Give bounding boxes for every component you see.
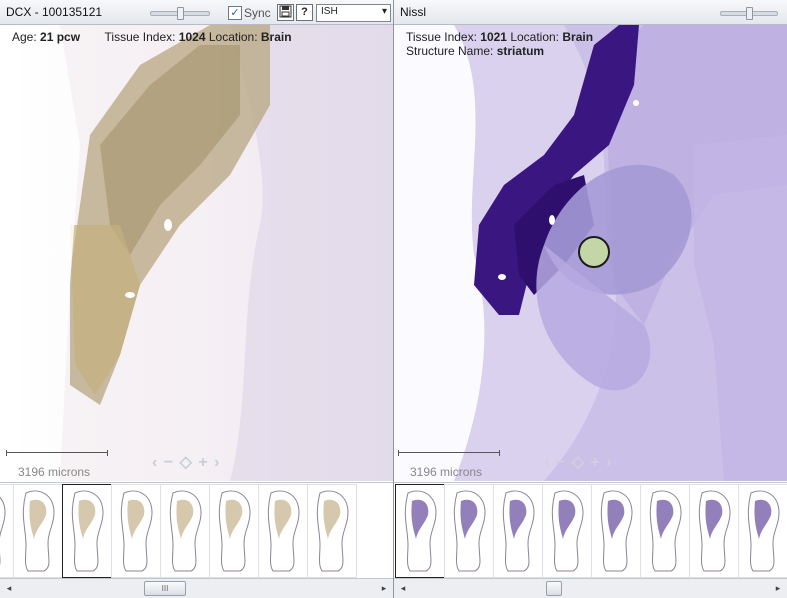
structure-marker[interactable] (578, 236, 610, 268)
section-thumbnail[interactable] (542, 484, 592, 578)
right-zoom-slider[interactable] (720, 7, 778, 20)
left-age-info: Age: 21 pcw Tissue Index: 1024 Location:… (12, 30, 292, 44)
section-thumbnail[interactable] (493, 484, 543, 578)
location-value: Brain (562, 30, 594, 44)
right-horizontal-scrollbar[interactable]: ◂ ▸ (394, 578, 787, 598)
location-label: Location: (208, 30, 258, 44)
left-nav-pad[interactable]: ‹ − ◇ + › (152, 452, 220, 472)
right-pane-title: Nissl (400, 5, 426, 19)
section-thumbnail[interactable] (209, 484, 259, 578)
left-zoom-slider[interactable] (150, 7, 210, 20)
tissue-index-label: Tissue Index: (104, 30, 176, 44)
location-value: Brain (260, 30, 292, 44)
location-label: Location: (510, 30, 560, 44)
save-icon[interactable] (277, 4, 294, 21)
right-tissue-info: Tissue Index: 1021 Location: Brain (406, 30, 593, 44)
section-thumbnail[interactable] (0, 484, 14, 578)
sync-checkbox[interactable]: ✓ (228, 6, 242, 20)
left-scale-bar (6, 450, 108, 456)
sync-label: Sync (244, 6, 271, 20)
scroll-right-icon[interactable]: ▸ (378, 582, 390, 594)
left-titlebar: DCX - 100135121 ✓ Sync ? ISH ▾ (0, 0, 393, 25)
age-label: Age: (12, 30, 37, 44)
section-thumbnail[interactable] (395, 484, 445, 578)
right-titlebar: Nissl (394, 0, 787, 25)
scroll-left-icon[interactable]: ◂ (3, 582, 15, 594)
section-thumbnail[interactable] (13, 484, 63, 578)
section-thumbnail[interactable] (160, 484, 210, 578)
left-scale-label: 3196 microns (18, 465, 91, 479)
scroll-left-icon[interactable]: ◂ (397, 582, 409, 594)
right-scale-bar (398, 450, 500, 456)
left-scroll-thumb[interactable]: III (144, 581, 186, 596)
right-scroll-thumb[interactable] (546, 581, 562, 596)
tissue-index-value: 1024 (178, 30, 206, 44)
section-thumbnail[interactable] (738, 484, 787, 578)
right-zoom-thumb[interactable] (746, 7, 753, 20)
structure-name-value: striatum (496, 44, 545, 58)
left-horizontal-scrollbar[interactable]: ◂ III ▸ (0, 578, 393, 598)
stain-type-select[interactable]: ISH ▾ (316, 4, 391, 22)
left-zoom-thumb[interactable] (177, 7, 184, 20)
tissue-index-label: Tissue Index: (406, 30, 477, 44)
left-pane-title: DCX - 100135121 (6, 5, 103, 19)
right-viewer-pane: Nissl Tissue Index: 1021 Location: Brain… (394, 0, 787, 598)
right-structure-info: Structure Name: striatum (406, 44, 544, 58)
left-viewer-pane: DCX - 100135121 ✓ Sync ? ISH ▾ Age: 21 p… (0, 0, 394, 598)
stain-type-value: ISH (321, 6, 338, 17)
section-thumbnail[interactable] (444, 484, 494, 578)
help-icon[interactable]: ? (296, 4, 313, 21)
left-thumbnail-strip[interactable] (0, 482, 393, 578)
right-nav-pad[interactable]: ‹ − ◇ + › (544, 452, 612, 472)
right-thumbnail-strip[interactable] (394, 482, 787, 578)
section-thumbnail[interactable] (689, 484, 739, 578)
scroll-right-icon[interactable]: ▸ (772, 582, 784, 594)
section-thumbnail[interactable] (307, 484, 357, 578)
tissue-index-value: 1021 (480, 30, 507, 44)
section-thumbnail[interactable] (640, 484, 690, 578)
section-thumbnail[interactable] (62, 484, 112, 578)
section-thumbnail[interactable] (258, 484, 308, 578)
chevron-down-icon: ▾ (381, 6, 387, 17)
age-value: 21 pcw (40, 30, 81, 44)
left-image-viewport[interactable] (0, 25, 393, 481)
right-scale-label: 3196 microns (410, 465, 483, 479)
section-thumbnail[interactable] (591, 484, 641, 578)
structure-name-label: Structure Name: (406, 44, 494, 58)
section-thumbnail[interactable] (111, 484, 161, 578)
left-tissue-image (0, 25, 393, 481)
